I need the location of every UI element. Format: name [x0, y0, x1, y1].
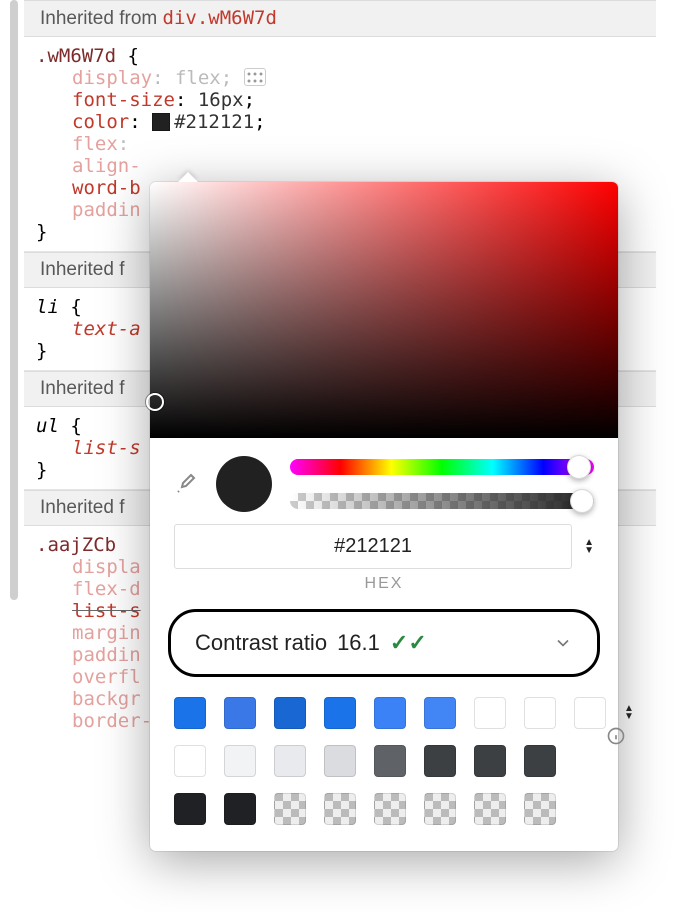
palette-swatch[interactable] — [524, 697, 556, 729]
color-format-label: HEX — [150, 575, 618, 605]
palette-swatch[interactable] — [374, 745, 406, 777]
palette-swatch[interactable] — [424, 793, 456, 825]
palette-swatch[interactable] — [274, 793, 306, 825]
color-picker: ▲ ▼ HEX Contrast ratio 16.1 ✓✓ ▲ ▼ — [150, 182, 618, 851]
selector: ul — [36, 415, 59, 437]
selector: .aajZCb — [36, 534, 116, 556]
palette-swatch[interactable] — [474, 745, 506, 777]
palette-swatch[interactable] — [274, 745, 306, 777]
contrast-section[interactable]: Contrast ratio 16.1 ✓✓ — [168, 609, 600, 677]
prop-align[interactable]: align- — [72, 155, 650, 177]
open-brace: { — [128, 45, 139, 67]
inherited-header-1[interactable]: Inherited from div.wM6W7d — [24, 0, 656, 37]
format-stepper[interactable]: ▲ ▼ — [584, 539, 594, 555]
prop-color[interactable]: color: #212121; — [72, 111, 650, 133]
hue-knob[interactable] — [567, 455, 591, 479]
selector: li — [36, 296, 59, 318]
palette-swatch[interactable] — [424, 745, 456, 777]
hue-slider[interactable] — [290, 459, 594, 475]
palette-swatch[interactable] — [574, 697, 606, 729]
prop-flex[interactable]: flex: — [72, 133, 650, 155]
palette-swatch[interactable] — [324, 697, 356, 729]
palette-row — [174, 793, 594, 825]
inherited-label: Inherited f — [40, 497, 125, 518]
palette-swatch[interactable] — [224, 697, 256, 729]
contrast-label: Contrast ratio — [195, 630, 327, 656]
prop-display[interactable]: display: flex; — [72, 67, 650, 89]
palette-row: ▲ ▼ — [174, 697, 594, 729]
palette-swatch[interactable] — [224, 745, 256, 777]
palette-swatch[interactable] — [474, 793, 506, 825]
saturation-handle[interactable] — [146, 393, 164, 411]
palette-swatch[interactable] — [424, 697, 456, 729]
chevron-down-icon[interactable]: ▼ — [584, 547, 594, 555]
current-color-swatch — [216, 456, 272, 512]
info-icon[interactable] — [606, 726, 626, 746]
palette-swatch[interactable] — [374, 697, 406, 729]
palette-swatch[interactable] — [324, 745, 356, 777]
palette-swatch[interactable] — [524, 793, 556, 825]
palette-swatch[interactable] — [274, 697, 306, 729]
inherited-label: Inherited f — [40, 378, 125, 399]
alpha-slider[interactable] — [290, 493, 594, 509]
palette-swatch[interactable] — [174, 697, 206, 729]
prop-font-size[interactable]: font-size: 16px; — [72, 89, 650, 111]
palette-swatch[interactable] — [324, 793, 356, 825]
inherited-tag: div — [163, 7, 197, 29]
palette-swatch[interactable] — [224, 793, 256, 825]
inherited-label: Inherited from — [40, 8, 163, 29]
palette-swatch[interactable] — [524, 745, 556, 777]
saturation-field[interactable] — [150, 182, 618, 438]
palette-stepper[interactable]: ▲ ▼ — [624, 705, 634, 721]
inherited-label: Inherited f — [40, 259, 125, 280]
palette-swatch[interactable] — [174, 793, 206, 825]
selector: .wM6W7d — [36, 45, 116, 67]
chevron-down-icon[interactable]: ▼ — [624, 713, 634, 721]
flex-editor-icon[interactable] — [244, 68, 266, 86]
hex-input[interactable] — [174, 524, 572, 569]
chevron-down-icon[interactable] — [553, 633, 573, 653]
contrast-pass-icon: ✓✓ — [390, 630, 427, 656]
alpha-knob[interactable] — [570, 489, 594, 513]
contrast-ratio: 16.1 — [337, 630, 380, 656]
color-palette: ▲ ▼ — [150, 681, 618, 851]
inherited-class: .wM6W7d — [197, 7, 277, 29]
palette-row — [174, 745, 594, 777]
eyedropper-icon[interactable] — [174, 472, 198, 496]
palette-swatch[interactable] — [374, 793, 406, 825]
overflow-gutter — [10, 0, 18, 600]
color-swatch[interactable] — [152, 113, 170, 131]
palette-swatch[interactable] — [474, 697, 506, 729]
palette-swatch[interactable] — [174, 745, 206, 777]
